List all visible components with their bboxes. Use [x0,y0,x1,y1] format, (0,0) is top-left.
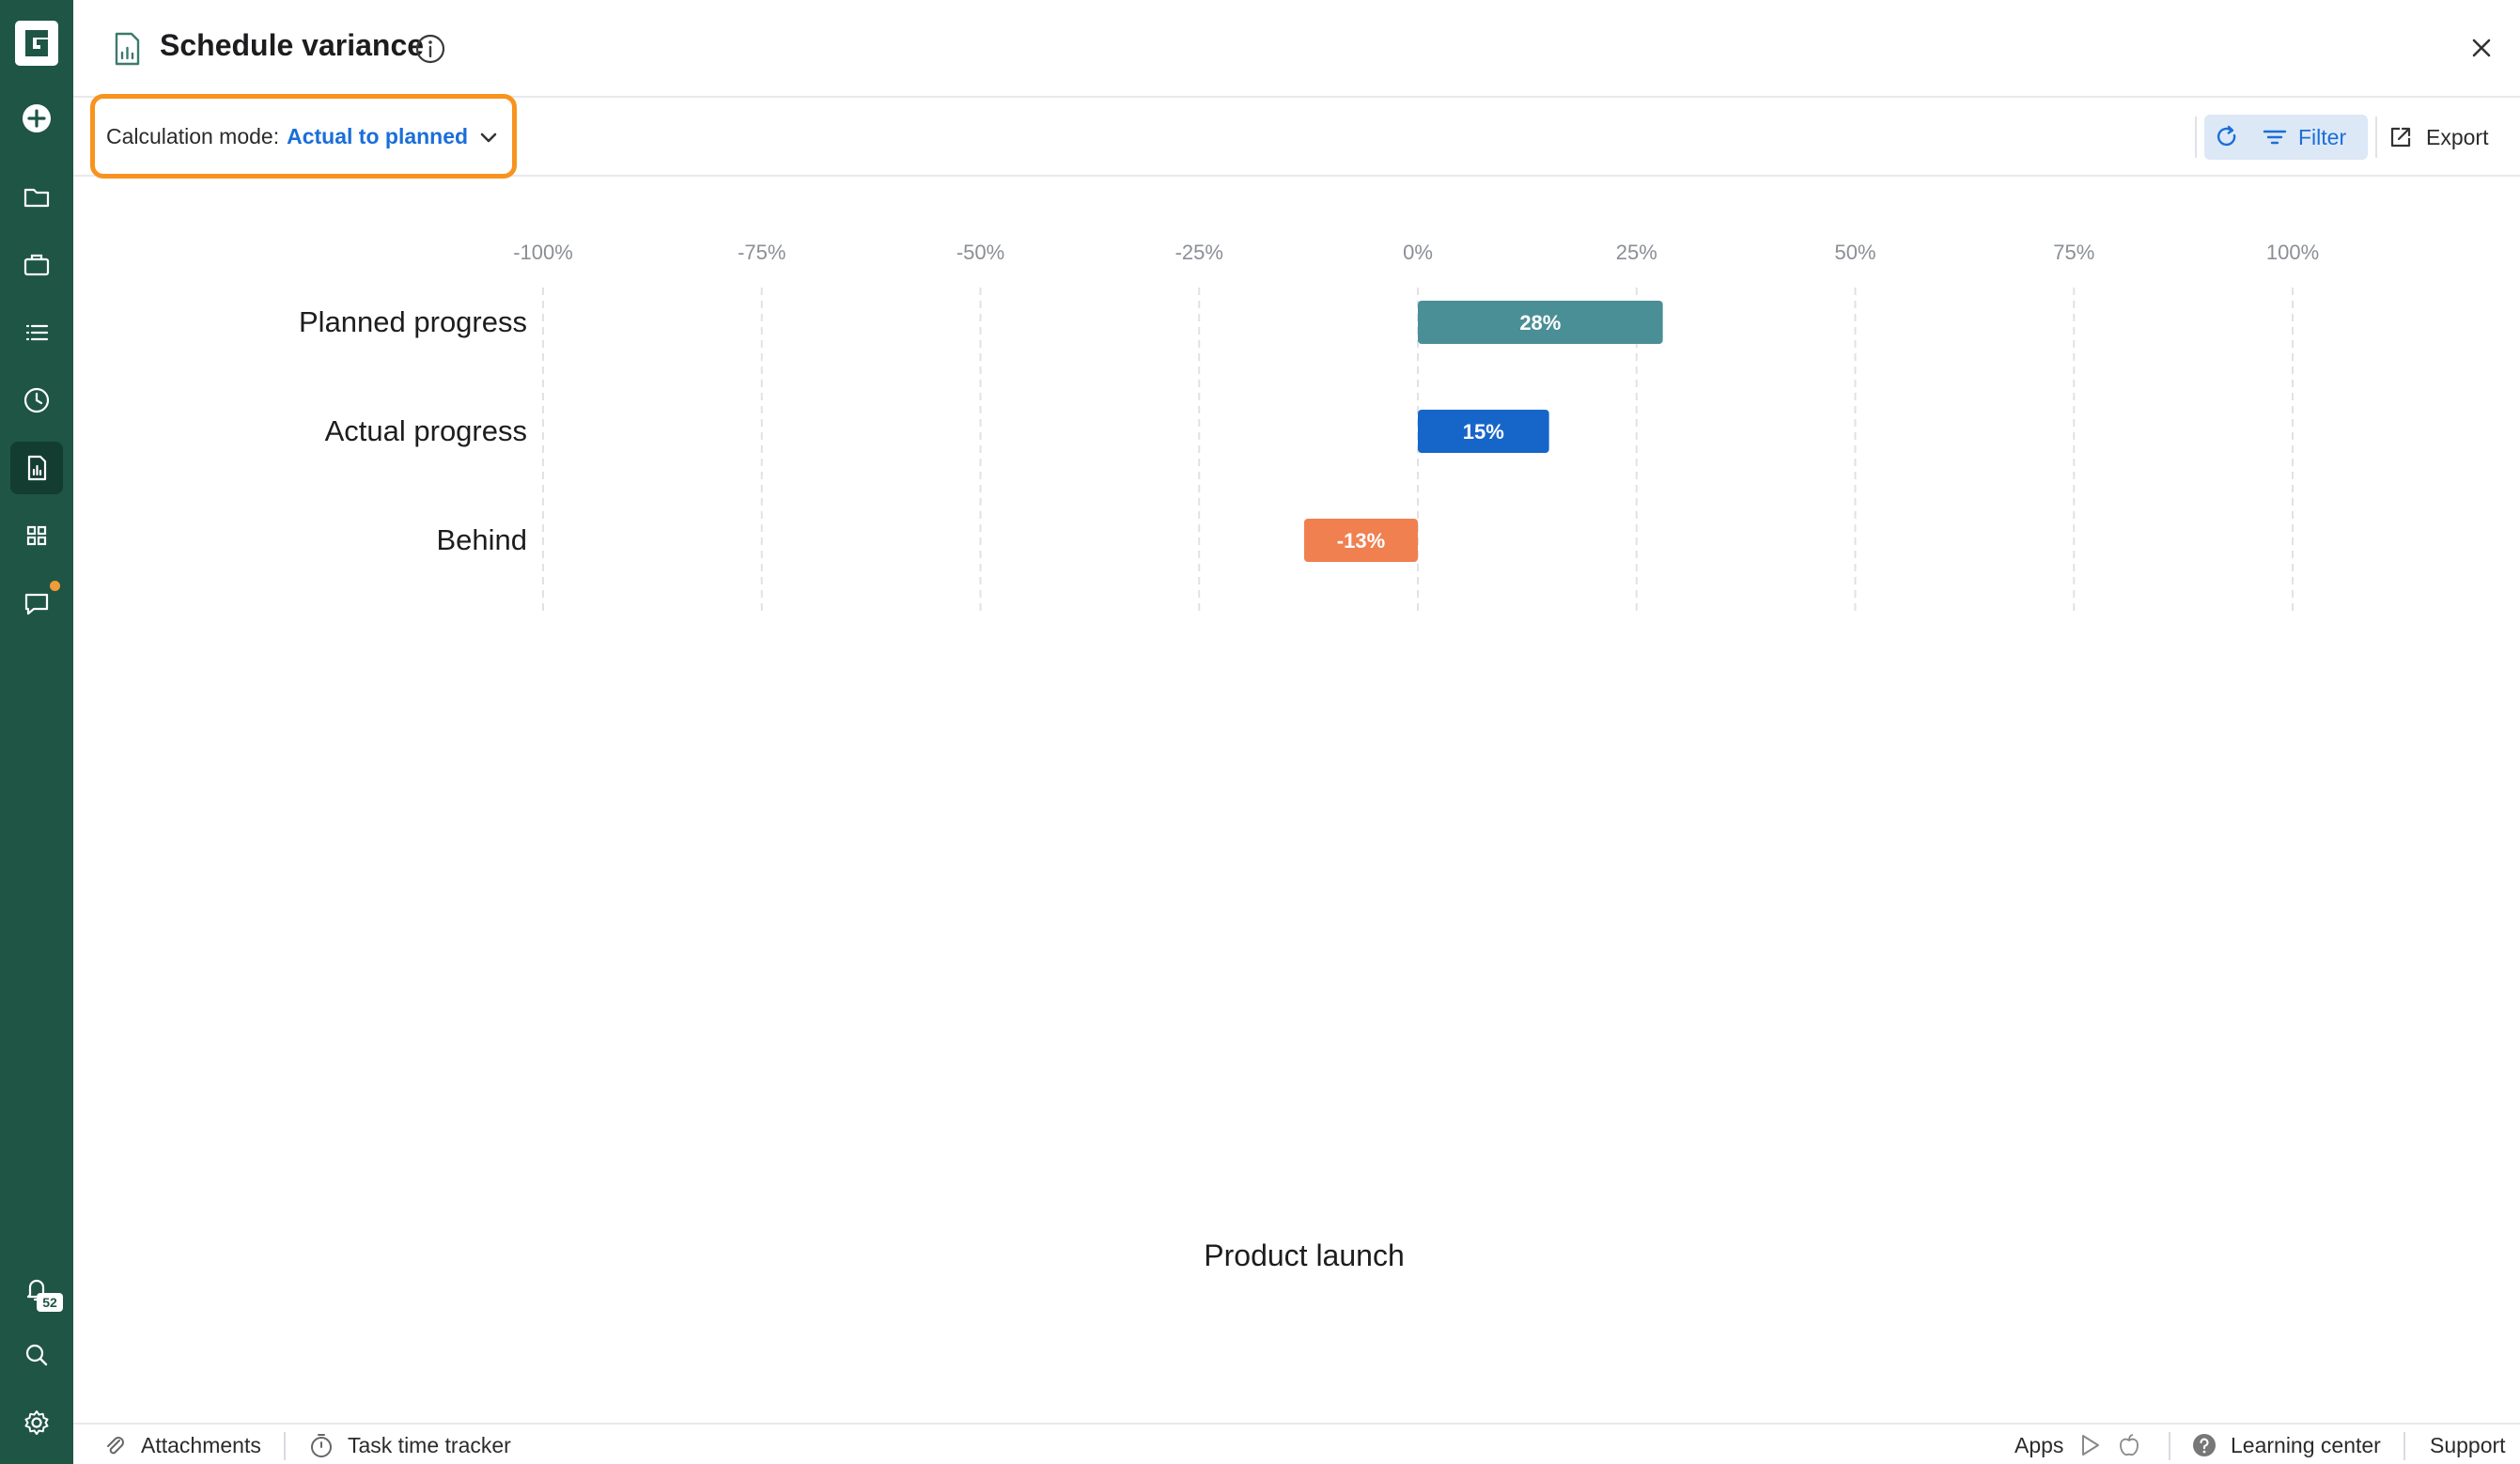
bar-data-label: -13% [1337,529,1385,553]
sidebar: 52 [0,0,73,1464]
filter-button[interactable]: Filter [2249,115,2368,160]
page-title: Schedule variance [160,28,425,62]
add-icon[interactable] [0,90,73,147]
x-tick-label: -25% [1175,241,1223,264]
learning-center-button[interactable]: Learning center [2191,1430,2381,1460]
list-icon[interactable] [0,304,73,361]
settings-icon[interactable] [0,1394,73,1451]
chart-canvas: -100% -75% -50% -25% 0% 25% 50% 75% 100% Planned … [299,241,2319,613]
task-time-tracker-label: Task time tracker [348,1432,511,1457]
apps-button[interactable]: Apps [2014,1430,2142,1460]
refresh-icon [2217,125,2236,147]
header: Schedule variance [73,0,2520,98]
toolbar-divider [2375,117,2377,158]
calculation-mode-dropdown[interactable]: Calculation mode: Actual to planned [90,94,517,179]
x-tick-label: -100% [513,241,573,264]
apple-icon[interactable] [2116,1432,2142,1458]
export-button[interactable]: Export [2387,115,2488,160]
footer-divider [2169,1432,2170,1460]
paperclip-icon [107,1437,124,1455]
app-logo[interactable] [13,19,60,68]
play-store-icon[interactable] [2077,1432,2103,1458]
x-tick-label: -50% [957,241,1004,264]
info-icon[interactable] [413,32,447,66]
footer-divider [2403,1432,2405,1460]
calculation-mode-value: Actual to planned [287,123,469,148]
bar-data-label: 28% [1519,311,1561,335]
filter-label: Filter [2298,124,2347,149]
stopwatch-icon [311,1434,332,1457]
report-icon[interactable] [0,440,73,496]
help-icon [2193,1434,2216,1456]
x-tick-label: 50% [1834,241,1875,264]
x-tick-label: 0% [1403,241,1433,264]
attachments-button[interactable]: Attachments [101,1430,261,1460]
briefcase-icon[interactable] [0,237,73,293]
support-button[interactable]: Support [2430,1430,2506,1460]
toolbar-divider [2195,117,2197,158]
chevron-down-icon [476,125,501,149]
notification-count-badge: 52 [37,1293,63,1312]
category-label: Actual progress [325,414,527,447]
footer: Attachments Task time tracker Apps Learn… [73,1423,2520,1464]
toolbar: Calculation mode: Actual to planned Filt… [73,94,2520,179]
search-icon[interactable] [0,1327,73,1383]
footer-divider [284,1432,286,1460]
learning-center-label: Learning center [2231,1432,2381,1457]
filter-icon [2263,130,2287,145]
project-name-label: Product launch [1204,1238,1405,1272]
x-tick-label: 25% [1616,241,1657,264]
apps-label: Apps [2014,1432,2064,1457]
task-time-tracker-button[interactable]: Task time tracker [308,1430,511,1460]
export-icon [2390,127,2411,148]
grid-icon[interactable] [0,507,73,564]
refresh-button[interactable] [2204,115,2249,160]
close-icon[interactable] [2467,34,2496,62]
category-label: Planned progress [299,305,527,338]
chat-notification-dot [50,581,60,591]
schedule-variance-chart: -100% -75% -50% -25% 0% 25% 50% 75% 100% Planned … [73,177,2520,1423]
x-tick-label: 100% [2266,241,2319,264]
x-tick-label: -75% [738,241,786,264]
calculation-mode-label: Calculation mode: [106,123,280,148]
category-label: Behind [436,523,527,556]
x-tick-label: 75% [2053,241,2094,264]
export-label: Export [2426,124,2489,149]
chat-icon[interactable] [0,575,73,631]
support-label: Support [2430,1432,2506,1457]
folder-icon[interactable] [0,169,73,226]
clock-icon[interactable] [0,372,73,428]
bar-data-label: 15% [1463,420,1504,444]
report-icon [109,30,145,68]
attachments-label: Attachments [141,1432,261,1457]
